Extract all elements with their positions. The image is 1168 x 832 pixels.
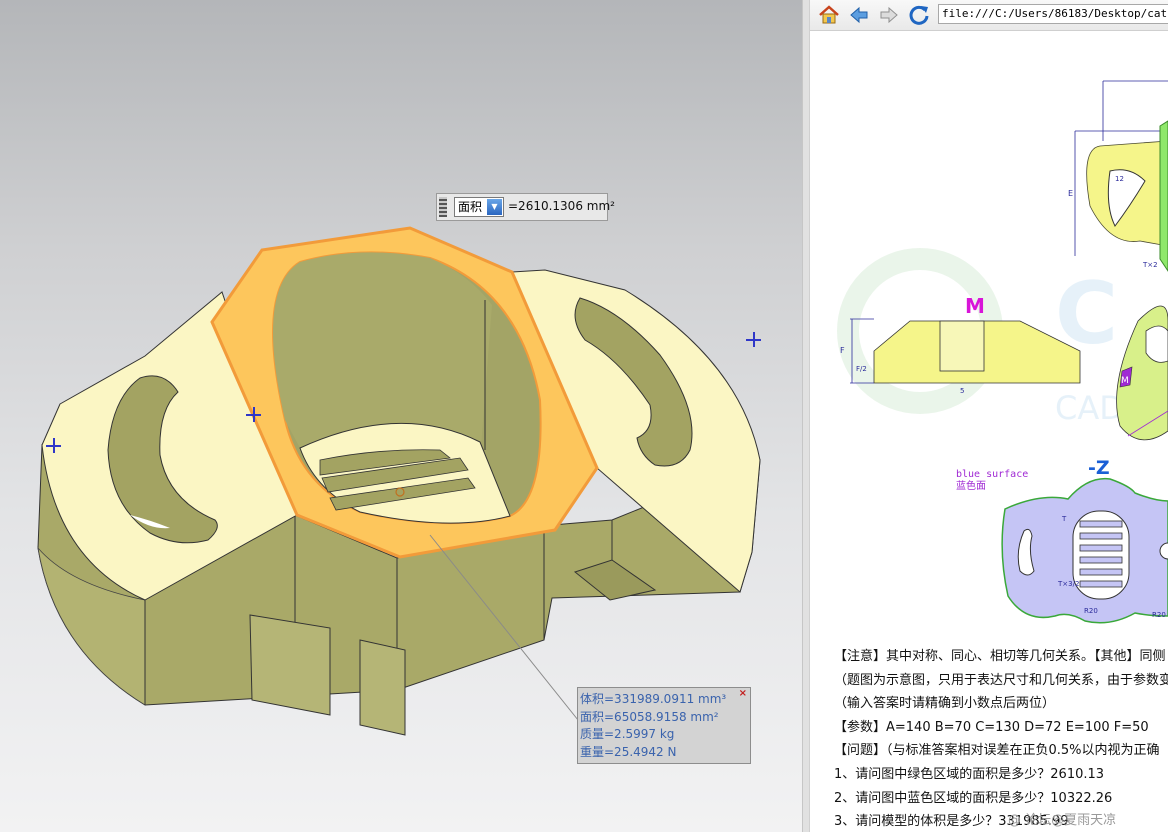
question-2: 2、请问图中蓝色区域的面积是多少？10322.26 bbox=[834, 790, 1113, 806]
viewer-toolbar: file:///C:/Users/86183/Desktop/catics/ bbox=[810, 0, 1168, 31]
engineering-drawing: C CAD E 12 T×2 M F F/2 5 M -Z blue surfa… bbox=[837, 80, 1168, 624]
refresh-icon[interactable] bbox=[908, 4, 930, 26]
dim-t-label: T bbox=[1061, 515, 1067, 523]
bottom-view-z: -Z blue surface 蓝色面 T T×3/2 R20 R20 bbox=[956, 457, 1168, 624]
cad-viewport[interactable]: 面积 ▼ =2610.1306 mm² × 体积=331989.0911 mm³… bbox=[0, 0, 802, 832]
mass-readout: 质量=2.5997 kg bbox=[580, 727, 675, 741]
note-line: 【注意】其中对称、同心、相切等几何关系。【其他】同侧 bbox=[834, 649, 1166, 664]
svg-text:CAD: CAD bbox=[1055, 389, 1124, 427]
question-header: 【问题】（与标准答案相对误差在正负0.5%以内视为正确 bbox=[834, 743, 1160, 759]
area-readout: 面积=65058.9158 mm² bbox=[580, 709, 719, 724]
home-icon[interactable] bbox=[818, 4, 840, 26]
measure-value: =2610.1306 mm² bbox=[508, 199, 615, 213]
volume-readout: 体积=331989.0911 mm³ bbox=[580, 692, 727, 706]
dim-r20-label: R20 bbox=[1084, 607, 1098, 615]
view-m-arrow-label: M bbox=[1121, 376, 1129, 386]
question-1: 1、请问图中绿色区域的面积是多少？2610.13 bbox=[834, 766, 1105, 782]
pane-splitter[interactable] bbox=[802, 0, 810, 832]
blue-surface-label: blue surface bbox=[956, 469, 1028, 480]
dim-12-label: 12 bbox=[1115, 175, 1124, 183]
dim-f2-label: F/2 bbox=[856, 365, 867, 373]
weight-readout: 重量=25.4942 N bbox=[580, 744, 677, 759]
view-z-label: -Z bbox=[1088, 457, 1110, 479]
dim-f-label: F bbox=[840, 346, 845, 355]
bottom-notch bbox=[359, 639, 406, 736]
problem-notes: 【注意】其中对称、同心、相切等几何关系。【其他】同侧 （题图为示意图，只用于表达… bbox=[834, 645, 1168, 832]
close-icon[interactable]: × bbox=[739, 688, 747, 699]
dim-t2-label: T×2 bbox=[1142, 261, 1158, 269]
measure-type-label: 面积 bbox=[458, 200, 483, 214]
mass-properties-box: × 体积=331989.0911 mm³ 面积=65058.9158 mm² 质… bbox=[577, 687, 751, 764]
dim-5-label: 5 bbox=[960, 387, 964, 395]
note-line: （输入答案时请精确到小数点后两位） bbox=[834, 696, 1056, 712]
crosshair-marker bbox=[46, 438, 61, 453]
params-line: 【参数】A=140 B=70 C=130 D=72 E=100 F=50 bbox=[834, 719, 1149, 735]
measure-toolbar: 面积 ▼ =2610.1306 mm² bbox=[436, 193, 615, 221]
forward-icon[interactable] bbox=[878, 4, 900, 26]
drag-handle[interactable] bbox=[439, 197, 447, 217]
document-view: C CAD E 12 T×2 M F F/2 5 M -Z blue surfa… bbox=[810, 31, 1168, 832]
view-m-label: M bbox=[965, 294, 985, 318]
question-3: 3、请问模型的体积是多少？331985.99 bbox=[834, 814, 1069, 830]
address-bar[interactable]: file:///C:/Users/86183/Desktop/catics/ bbox=[938, 4, 1168, 24]
crosshair-marker bbox=[246, 407, 261, 422]
note-line: （题图为示意图，只用于表达尺寸和几何关系，由于参数变 bbox=[834, 672, 1168, 688]
top-view: E 12 T×2 bbox=[1068, 80, 1168, 272]
forum-watermark: @ 论坛@夏雨天凉 bbox=[1008, 813, 1117, 828]
back-icon[interactable] bbox=[848, 4, 870, 26]
section-view-m: M F F/2 5 bbox=[840, 294, 1081, 395]
dim-r20-label-2: R20 bbox=[1152, 611, 1166, 619]
dim-tx3-2-label: T×3/2 bbox=[1057, 580, 1079, 588]
chevron-down-icon[interactable]: ▼ bbox=[487, 199, 502, 215]
measure-type-select[interactable]: 面积 ▼ bbox=[454, 197, 504, 217]
crosshair-marker bbox=[746, 332, 761, 347]
bottom-notch bbox=[249, 614, 331, 716]
dim-e-label: E bbox=[1068, 189, 1073, 198]
isometric-view: M bbox=[1116, 305, 1168, 441]
blue-surface-cn-label: 蓝色面 bbox=[956, 479, 986, 492]
